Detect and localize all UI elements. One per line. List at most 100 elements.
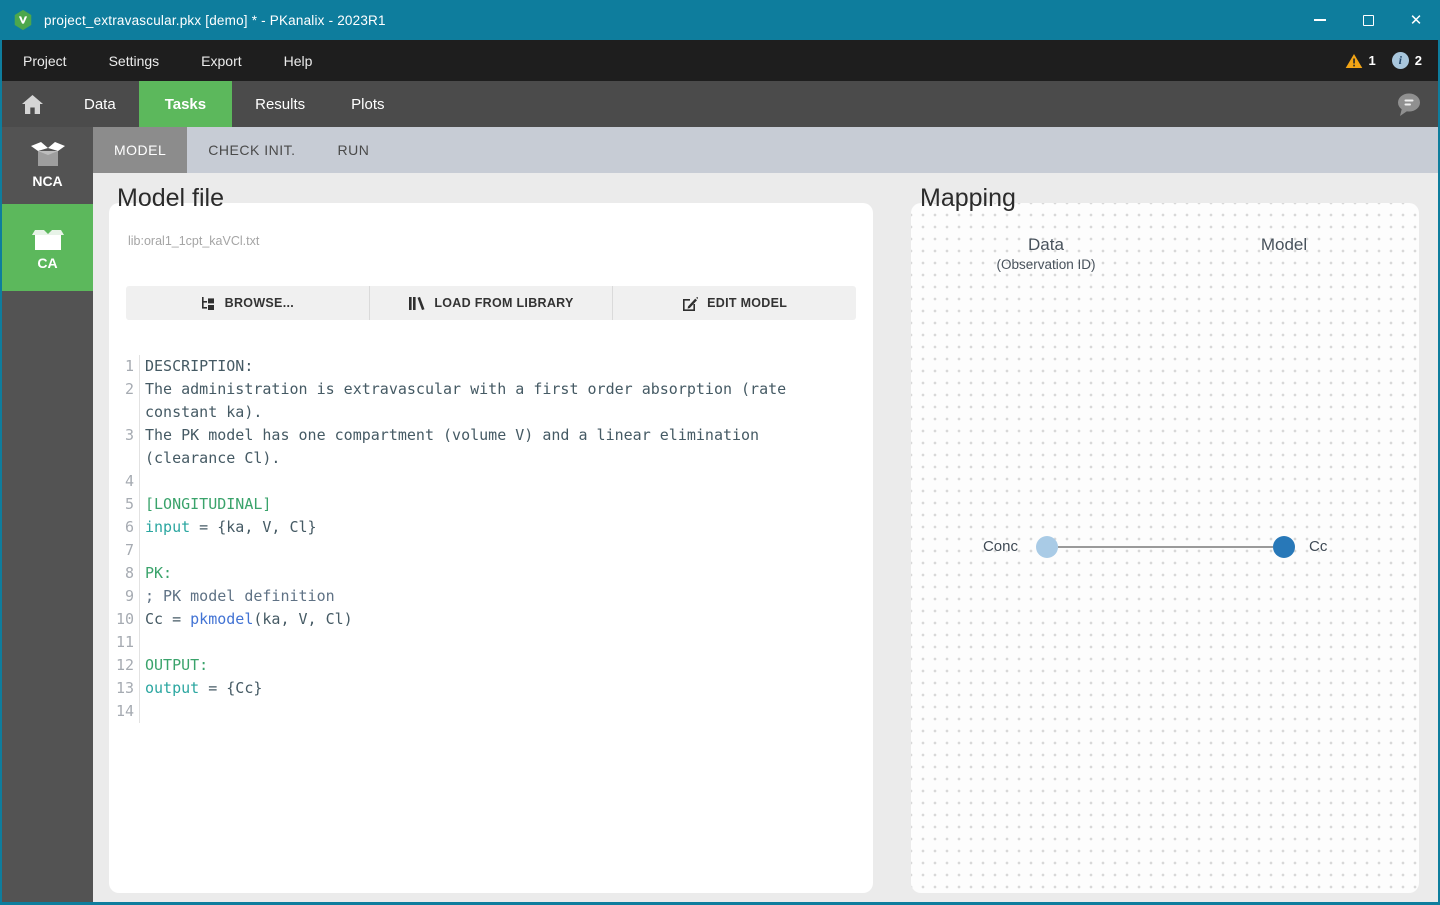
comments-icon[interactable]: [1394, 90, 1424, 118]
mapping-data-column-header: Data (Observation ID): [971, 235, 1121, 272]
line-number: 5: [109, 493, 140, 516]
line-number: [109, 447, 140, 470]
code-line: 11: [109, 631, 865, 654]
line-number: 7: [109, 539, 140, 562]
maximize-icon: [1363, 15, 1374, 26]
line-number: 14: [109, 700, 140, 723]
code-line: 13output = {Cc}: [109, 677, 865, 700]
warnings-badge[interactable]: 1: [1345, 53, 1376, 69]
code-text: (clearance Cl).: [140, 447, 280, 470]
code-text: ; PK model definition: [140, 585, 335, 608]
minimize-button[interactable]: [1296, 0, 1344, 40]
tab-plots[interactable]: Plots: [328, 81, 407, 127]
code-text: The administration is extravascular with…: [140, 378, 786, 401]
load-from-library-button[interactable]: LOAD FROM LIBRARY: [369, 286, 613, 320]
tab-results[interactable]: Results: [232, 81, 328, 127]
content-area: Model file Mapping lib:oral1_1cpt_kaVCl.…: [93, 173, 1438, 902]
code-text: OUTPUT:: [140, 654, 208, 677]
code-text: [140, 539, 145, 562]
minimize-icon: [1314, 19, 1326, 21]
mapping-connection-row: Conc Cc: [911, 536, 1419, 558]
sidebar-item-label: CA: [37, 255, 57, 271]
code-line: 4: [109, 470, 865, 493]
left-sidebar: NCA CA: [2, 127, 93, 902]
warning-count: 1: [1369, 53, 1376, 68]
model-header: Model: [1209, 235, 1359, 255]
info-badge[interactable]: i 2: [1392, 52, 1422, 69]
menu-help[interactable]: Help: [263, 53, 334, 69]
subtab-model[interactable]: MODEL: [93, 127, 187, 173]
app-window: project_extravascular.pkx [demo] * - PKa…: [0, 0, 1440, 905]
menu-settings[interactable]: Settings: [88, 53, 181, 69]
code-line: 12OUTPUT:: [109, 654, 865, 677]
sidebar-item-nca[interactable]: NCA: [2, 127, 93, 204]
code-line: 10Cc = pkmodel(ka, V, Cl): [109, 608, 865, 631]
connection-model-node[interactable]: [1273, 536, 1295, 558]
code-line: 1DESCRIPTION:: [109, 355, 865, 378]
info-count: 2: [1415, 53, 1422, 68]
line-number: [109, 401, 140, 424]
code-line: 8PK:: [109, 562, 865, 585]
app-logo-icon: [12, 9, 34, 31]
line-number: 8: [109, 562, 140, 585]
code-text: [140, 631, 145, 654]
open-box-icon: [30, 142, 66, 168]
sidebar-item-ca[interactable]: CA: [2, 204, 93, 291]
code-line: constant ka).: [109, 401, 865, 424]
line-number: 3: [109, 424, 140, 447]
line-number: 9: [109, 585, 140, 608]
info-icon: i: [1392, 52, 1409, 69]
code-line: 14: [109, 700, 865, 723]
mapping-panel: Data (Observation ID) Model Conc Cc: [911, 203, 1419, 893]
menu-project[interactable]: Project: [2, 53, 88, 69]
code-text: constant ka).: [140, 401, 262, 424]
browse-tree-icon: [201, 296, 216, 311]
home-icon: [22, 95, 43, 114]
sidebar-item-label: NCA: [32, 173, 62, 189]
task-subtab-bar: MODEL CHECK INIT. RUN: [93, 127, 1438, 173]
data-subheader: (Observation ID): [971, 257, 1121, 272]
model-file-title: Model file: [117, 184, 224, 213]
maximize-button[interactable]: [1344, 0, 1392, 40]
model-code-editor[interactable]: 1DESCRIPTION:2The administration is extr…: [109, 355, 865, 723]
home-button[interactable]: [2, 81, 61, 127]
subtab-check-init[interactable]: CHECK INIT.: [187, 127, 316, 173]
code-line: 2The administration is extravascular wit…: [109, 378, 865, 401]
main-tab-bar: Data Tasks Results Plots: [2, 81, 1438, 127]
menu-export[interactable]: Export: [180, 53, 262, 69]
line-number: 13: [109, 677, 140, 700]
code-text: [LONGITUDINAL]: [140, 493, 271, 516]
model-file-panel: lib:oral1_1cpt_kaVCl.txt BROWSE...: [109, 203, 873, 893]
code-text: Cc = pkmodel(ka, V, Cl): [140, 608, 353, 631]
mapping-title: Mapping: [920, 184, 1016, 213]
line-number: 1: [109, 355, 140, 378]
edit-model-button[interactable]: EDIT MODEL: [612, 286, 856, 320]
model-button-row: BROWSE... LOAD FROM LIBRARY: [126, 286, 856, 320]
line-number: 12: [109, 654, 140, 677]
library-books-icon: [408, 296, 425, 311]
line-number: 11: [109, 631, 140, 654]
code-line: 5[LONGITUDINAL]: [109, 493, 865, 516]
code-text: [140, 470, 145, 493]
code-text: [140, 700, 145, 723]
browse-button[interactable]: BROWSE...: [126, 286, 369, 320]
line-number: 2: [109, 378, 140, 401]
subtab-run[interactable]: RUN: [316, 127, 390, 173]
connection-model-label: Cc: [1309, 536, 1327, 558]
code-line: (clearance Cl).: [109, 447, 865, 470]
tab-tasks[interactable]: Tasks: [139, 81, 232, 127]
line-number: 6: [109, 516, 140, 539]
code-text: The PK model has one compartment (volume…: [140, 424, 759, 447]
window-title: project_extravascular.pkx [demo] * - PKa…: [44, 13, 386, 28]
connection-data-node[interactable]: [1036, 536, 1058, 558]
warning-triangle-icon: [1345, 53, 1363, 69]
code-text: output = {Cc}: [140, 677, 262, 700]
close-button[interactable]: ✕: [1392, 0, 1440, 40]
tab-data[interactable]: Data: [61, 81, 139, 127]
line-number: 10: [109, 608, 140, 631]
title-bar: project_extravascular.pkx [demo] * - PKa…: [0, 0, 1440, 40]
code-text: PK:: [140, 562, 172, 585]
code-line: 3The PK model has one compartment (volum…: [109, 424, 865, 447]
connection-data-label: Conc: [911, 536, 1018, 558]
code-line: 9; PK model definition: [109, 585, 865, 608]
